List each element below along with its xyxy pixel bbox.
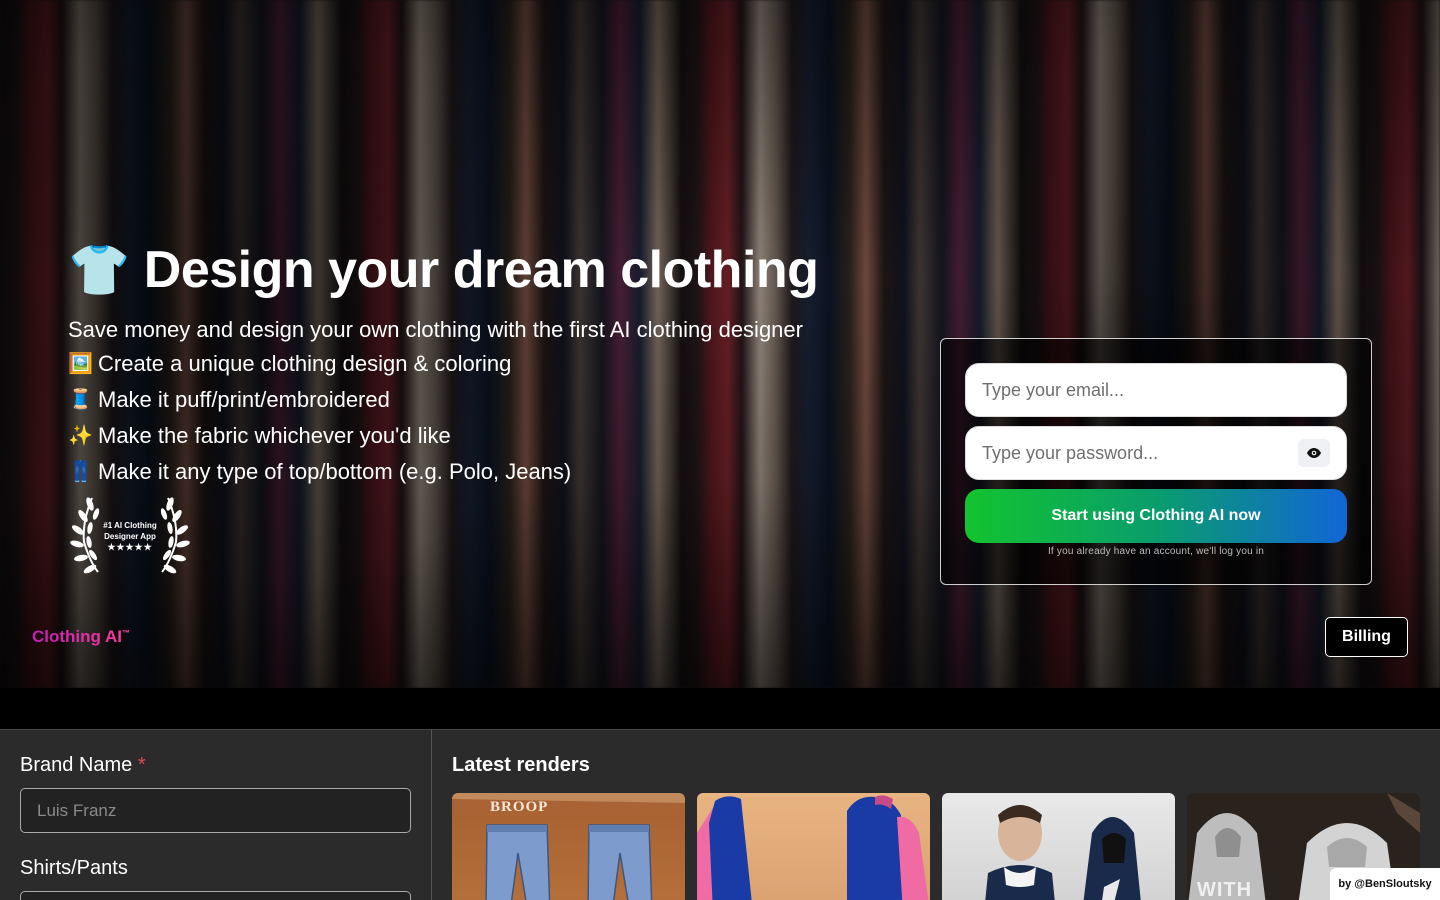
email-field[interactable] (982, 379, 1330, 401)
render-thumbnail[interactable]: BROOP (452, 793, 685, 900)
hero-subtitle: Save money and design your own clothing … (68, 317, 803, 342)
brand-name-label: Brand Name * (20, 752, 411, 778)
award-badge: #1 AI Clothing Designer App ★★★★★ (70, 492, 190, 582)
design-section: Brand Name * Shirts/Pants Latest renders… (0, 729, 1440, 900)
feature-item: 🖼️ Create a unique clothing design & col… (68, 346, 908, 382)
picture-icon: 🖼️ (68, 353, 93, 375)
trademark: ™ (122, 628, 131, 638)
star-rating: ★★★★★ (107, 542, 153, 552)
feature-text: Make it puff/print/embroidered (98, 387, 390, 412)
sparkles-icon: ✨ (68, 425, 93, 447)
email-field-wrapper (965, 363, 1347, 417)
brand-logo[interactable]: Clothing AI™ (32, 627, 130, 647)
brand-name: Clothing AI (32, 627, 123, 646)
renders-gallery: BROOP WITH (452, 793, 1420, 900)
jeans-illustration (452, 793, 685, 900)
hero-title: 👕 Design your dream clothing (68, 238, 908, 302)
award-line-2: Designer App (104, 532, 156, 541)
award-badge-text: #1 AI Clothing Designer App ★★★★★ (70, 520, 190, 553)
renders-title: Latest renders (452, 754, 590, 776)
feature-text: Create a unique clothing design & colori… (98, 351, 512, 376)
password-field[interactable] (982, 442, 1298, 464)
show-password-button[interactable] (1298, 439, 1330, 467)
render-thumbnail[interactable] (942, 793, 1175, 900)
brand-name-label-text: Brand Name (20, 754, 133, 776)
hoodie-model-illustration (985, 805, 1141, 900)
login-card: Start using Clothing AI now If you alrea… (940, 338, 1372, 585)
feature-item: 🧵 Make it puff/print/embroidered (68, 382, 908, 418)
feature-text: Make it any type of top/bottom (e.g. Pol… (98, 459, 572, 484)
hero-section: 👕 Design your dream clothing Save money … (0, 0, 1440, 688)
billing-button[interactable]: Billing (1325, 617, 1408, 657)
vest-illustration (697, 795, 929, 900)
render-caption: WITH (1197, 879, 1253, 900)
required-indicator: * (137, 754, 146, 776)
eye-icon (1307, 448, 1321, 458)
feature-text: Make the fabric whichever you'd like (98, 423, 451, 448)
shirts-pants-label: Shirts/Pants (20, 857, 128, 879)
hero-title-text: Design your dream clothing (143, 241, 819, 299)
shirts-pants-select[interactable] (20, 891, 411, 900)
design-form: Brand Name * Shirts/Pants (0, 730, 432, 900)
feature-item: ✨ Make the fabric whichever you'd like (68, 418, 908, 454)
award-line-1: #1 AI Clothing (103, 521, 157, 530)
jeans-icon: 👖 (68, 461, 93, 483)
hero-content: 👕 Design your dream clothing Save money … (68, 238, 908, 490)
author-credit-link[interactable]: by @BenSloutsky (1330, 868, 1440, 900)
thread-icon: 🧵 (68, 389, 93, 411)
shirt-icon: 👕 (68, 242, 130, 298)
feature-item: 👖 Make it any type of top/bottom (e.g. P… (68, 454, 908, 490)
feature-list: 🖼️ Create a unique clothing design & col… (68, 346, 908, 490)
start-button[interactable]: Start using Clothing AI now (965, 489, 1347, 543)
render-thumbnail[interactable] (697, 793, 930, 900)
latest-renders: Latest renders BROOP WITH (452, 752, 1420, 900)
login-hint: If you already have an account, we'll lo… (1047, 546, 1265, 557)
brand-name-input[interactable] (37, 800, 394, 821)
password-field-wrapper (965, 426, 1347, 480)
brand-name-input-wrapper (20, 788, 411, 833)
